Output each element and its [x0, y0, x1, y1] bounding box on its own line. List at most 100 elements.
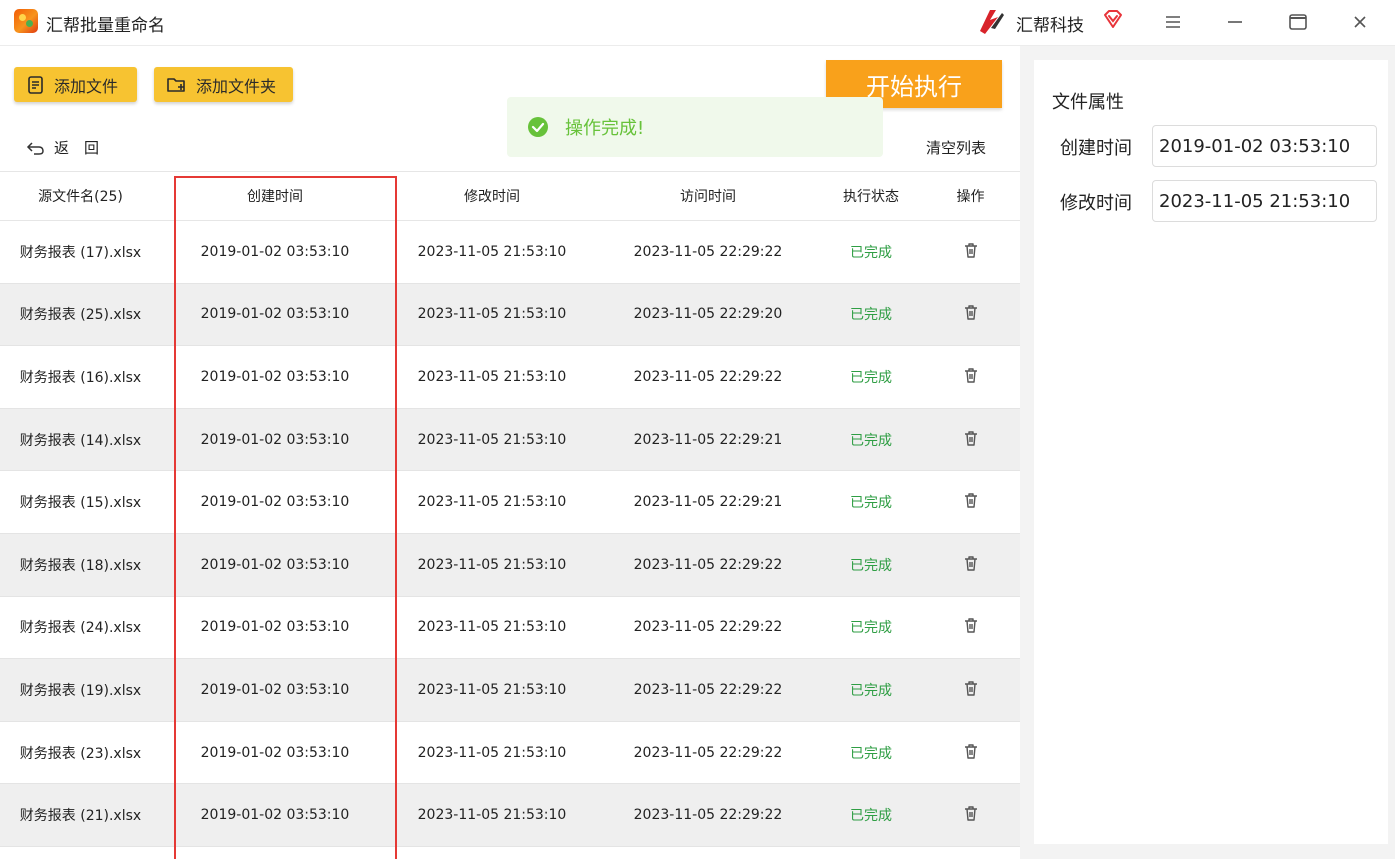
back-arrow-icon — [26, 141, 44, 155]
back-label: 返 回 — [54, 139, 100, 157]
cell-ctime: 2019-01-02 03:53:10 — [200, 619, 350, 636]
cell-ctime: 2019-01-02 03:53:10 — [200, 368, 350, 385]
cell-ctime: 2019-01-02 03:53:10 — [200, 807, 350, 824]
close-icon[interactable] — [1348, 10, 1372, 34]
cell-atime: 2023-11-05 22:29:21 — [633, 494, 783, 511]
ctime-field[interactable] — [1152, 125, 1377, 167]
toast-message: 操作完成! — [565, 118, 645, 139]
table-row[interactable]: 财务报表 (18).xlsx 2019-01-02 03:53:10 2023-11… — [0, 533, 1020, 597]
table-row[interactable]: 财务报表 (25).xlsx 2019-01-02 03:53:10 2023-11… — [0, 283, 1020, 347]
cell-mtime: 2023-11-05 21:53:10 — [417, 744, 567, 761]
trash-icon[interactable] — [962, 616, 980, 634]
properties-title: 文件属性 — [1052, 92, 1124, 113]
trash-icon[interactable] — [962, 679, 980, 697]
table-row[interactable]: 财务报表 (15).xlsx 2019-01-02 03:53:10 2023-11… — [0, 471, 1020, 534]
check-circle-icon — [528, 117, 548, 137]
vip-diamond-icon[interactable] — [1102, 8, 1124, 30]
cell-name: 财务报表 (14).xlsx — [19, 432, 142, 449]
trash-icon[interactable] — [962, 303, 980, 321]
cell-mtime: 2023-11-05 21:53:10 — [417, 681, 567, 698]
cell-name: 财务报表 (23).xlsx — [19, 745, 142, 762]
title-bar: 汇帮批量重命名 汇帮科技 — [0, 0, 1395, 46]
add-folder-button[interactable]: 添加文件夹 — [154, 67, 293, 102]
cell-name: 财务报表 (18).xlsx — [19, 557, 142, 574]
cell-ctime: 2019-01-02 03:53:10 — [200, 494, 350, 511]
cell-op — [921, 616, 1020, 638]
brand-name: 汇帮科技 — [1016, 16, 1084, 36]
cell-name: 财务报表 (21).xlsx — [19, 808, 142, 825]
header-mtime[interactable]: 修改时间 — [389, 186, 595, 206]
cell-ctime: 2019-01-02 03:53:10 — [200, 243, 350, 260]
maximize-icon[interactable] — [1286, 10, 1310, 34]
cell-atime: 2023-11-05 22:29:22 — [633, 243, 783, 260]
cell-op — [921, 742, 1020, 764]
clear-list-button[interactable]: 清空列表 — [926, 137, 986, 158]
table-row[interactable]: 财务报表 (23).xlsx 2019-01-02 03:53:10 2023-11… — [0, 722, 1020, 785]
cell-status: 已完成 — [850, 808, 892, 825]
app-title: 汇帮批量重命名 — [46, 16, 165, 36]
brand-logo-icon — [980, 10, 1004, 34]
add-file-button[interactable]: 添加文件 — [14, 67, 137, 102]
table-row[interactable]: 财务报表 (16).xlsx 2019-01-02 03:53:10 2023-11… — [0, 346, 1020, 409]
ctime-label: 创建时间 — [1060, 138, 1132, 159]
file-table: 源文件名(25) 创建时间 修改时间 访问时间 执行状态 操作 财务报表 (17… — [0, 171, 1020, 847]
header-atime[interactable]: 访问时间 — [595, 186, 821, 206]
cell-status: 已完成 — [850, 307, 892, 324]
menu-icon[interactable] — [1161, 10, 1185, 34]
cell-atime: 2023-11-05 22:29:22 — [633, 807, 783, 824]
cell-name: 财务报表 (24).xlsx — [19, 620, 142, 637]
table-body: 财务报表 (17).xlsx 2019-01-02 03:53:10 2023-11… — [0, 221, 1020, 847]
cell-name: 财务报表 (17).xlsx — [19, 244, 142, 261]
trash-icon[interactable] — [962, 804, 980, 822]
table-row[interactable]: 财务报表 (24).xlsx 2019-01-02 03:53:10 2023-11… — [0, 597, 1020, 660]
table-row[interactable]: 财务报表 (14).xlsx 2019-01-02 03:53:10 2023-11… — [0, 408, 1020, 472]
cell-op — [921, 491, 1020, 513]
cell-status: 已完成 — [850, 432, 892, 449]
add-folder-icon — [167, 77, 185, 92]
cell-op — [921, 679, 1020, 701]
cell-atime: 2023-11-05 22:29:21 — [633, 431, 783, 448]
cell-status: 已完成 — [850, 682, 892, 699]
cell-name: 财务报表 (15).xlsx — [19, 495, 142, 512]
add-file-icon — [28, 75, 43, 94]
table-row[interactable]: 财务报表 (21).xlsx 2019-01-02 03:53:10 2023-11… — [0, 784, 1020, 847]
trash-icon[interactable] — [962, 366, 980, 384]
trash-icon[interactable] — [962, 554, 980, 572]
cell-atime: 2023-11-05 22:29:22 — [633, 619, 783, 636]
header-name[interactable]: 源文件名(25) — [0, 186, 161, 206]
cell-op — [921, 429, 1020, 451]
minimize-icon[interactable] — [1223, 10, 1247, 34]
cell-mtime: 2023-11-05 21:53:10 — [417, 556, 567, 573]
header-status[interactable]: 执行状态 — [821, 186, 921, 206]
cell-mtime: 2023-11-05 21:53:10 — [417, 306, 567, 323]
success-toast: 操作完成! — [507, 97, 883, 157]
table-row[interactable]: 财务报表 (17).xlsx 2019-01-02 03:53:10 2023-11… — [0, 221, 1020, 284]
add-file-label: 添加文件 — [54, 76, 119, 96]
cell-mtime: 2023-11-05 21:53:10 — [417, 619, 567, 636]
table-row[interactable]: 财务报表 (19).xlsx 2019-01-02 03:53:10 2023-11… — [0, 659, 1020, 722]
cell-ctime: 2019-01-02 03:53:10 — [200, 744, 350, 761]
cell-op — [921, 804, 1020, 826]
trash-icon[interactable] — [962, 241, 980, 259]
cell-op — [921, 303, 1020, 325]
trash-icon[interactable] — [962, 429, 980, 447]
header-ctime[interactable]: 创建时间 — [161, 186, 389, 206]
trash-icon[interactable] — [962, 742, 980, 760]
cell-mtime: 2023-11-05 21:53:10 — [417, 807, 567, 824]
add-folder-label: 添加文件夹 — [196, 76, 277, 96]
cell-ctime: 2019-01-02 03:53:10 — [200, 556, 350, 573]
cell-name: 财务报表 (16).xlsx — [19, 369, 142, 386]
back-button[interactable]: 返 回 — [26, 137, 99, 158]
cell-name: 财务报表 (19).xlsx — [19, 682, 142, 699]
cell-mtime: 2023-11-05 21:53:10 — [417, 431, 567, 448]
cell-op — [921, 554, 1020, 576]
cell-status: 已完成 — [850, 369, 892, 386]
cell-status: 已完成 — [850, 244, 892, 261]
cell-atime: 2023-11-05 22:29:22 — [633, 368, 783, 385]
cell-op — [921, 366, 1020, 388]
trash-icon[interactable] — [962, 491, 980, 509]
mtime-field[interactable] — [1152, 180, 1377, 222]
cell-name: 财务报表 (25).xlsx — [19, 307, 142, 324]
cell-atime: 2023-11-05 22:29:22 — [633, 681, 783, 698]
app-logo-icon — [14, 9, 38, 33]
